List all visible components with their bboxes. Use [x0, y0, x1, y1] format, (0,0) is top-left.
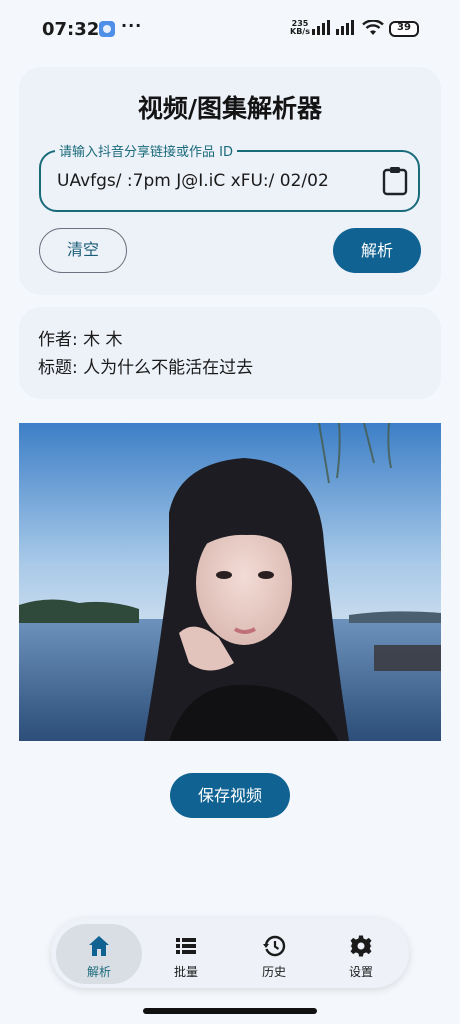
gear-icon [349, 935, 373, 957]
share-link-value: UAvfgs/ :7pm J@I.iC xFU:/ 02/02 [57, 171, 329, 191]
nav-item-settings[interactable]: 设置 [318, 924, 404, 984]
bottom-navigation: 解析 批量 历史 设置 [51, 918, 409, 988]
battery-icon: 39 [389, 21, 419, 37]
video-title-text: 标题: 人为什么不能活在过去 [38, 358, 254, 378]
page-title: 视频/图集解析器 [137, 94, 323, 123]
more-notifications-icon: ··· [121, 16, 143, 35]
result-info-card: 作者: 木 木 标题: 人为什么不能活在过去 [19, 307, 441, 399]
battery-level: 39 [397, 22, 411, 33]
home-indicator[interactable] [143, 1008, 317, 1014]
parse-button[interactable]: 解析 [333, 228, 421, 273]
parser-card: 视频/图集解析器 请输入抖音分享链接或作品 ID UAvfgs/ :7pm J@… [19, 67, 441, 295]
video-cover-image [19, 423, 441, 741]
nav-item-batch[interactable]: 批量 [143, 924, 229, 984]
network-speed: 235 KB/s [290, 20, 310, 36]
home-icon [89, 936, 109, 956]
status-time: 07:32 [42, 19, 100, 40]
nav-label-history: 历史 [261, 965, 286, 979]
nav-label-batch: 批量 [173, 965, 198, 979]
network-speed-unit: KB/s [290, 27, 310, 36]
nav-item-history[interactable]: 历史 [231, 924, 317, 984]
clear-button[interactable]: 清空 [39, 228, 127, 273]
paste-clipboard-icon[interactable] [381, 166, 409, 196]
list-icon [176, 938, 196, 954]
share-link-input[interactable]: UAvfgs/ :7pm J@I.iC xFU:/ 02/02 [57, 152, 365, 210]
nav-label-parse: 解析 [86, 965, 111, 979]
wifi-icon [362, 20, 384, 35]
history-icon [263, 935, 286, 957]
nav-item-parse[interactable]: 解析 [56, 924, 142, 984]
status-bar: 07:32 ··· 235 KB/s 39 [0, 0, 460, 56]
notification-app-icon [99, 21, 115, 37]
author-text: 作者: 木 木 [38, 330, 123, 350]
signal-icon [312, 20, 354, 35]
nav-label-settings: 设置 [348, 965, 373, 979]
share-link-field[interactable]: 请输入抖音分享链接或作品 ID UAvfgs/ :7pm J@I.iC xFU:… [39, 141, 420, 212]
save-video-button[interactable]: 保存视频 [170, 773, 290, 818]
